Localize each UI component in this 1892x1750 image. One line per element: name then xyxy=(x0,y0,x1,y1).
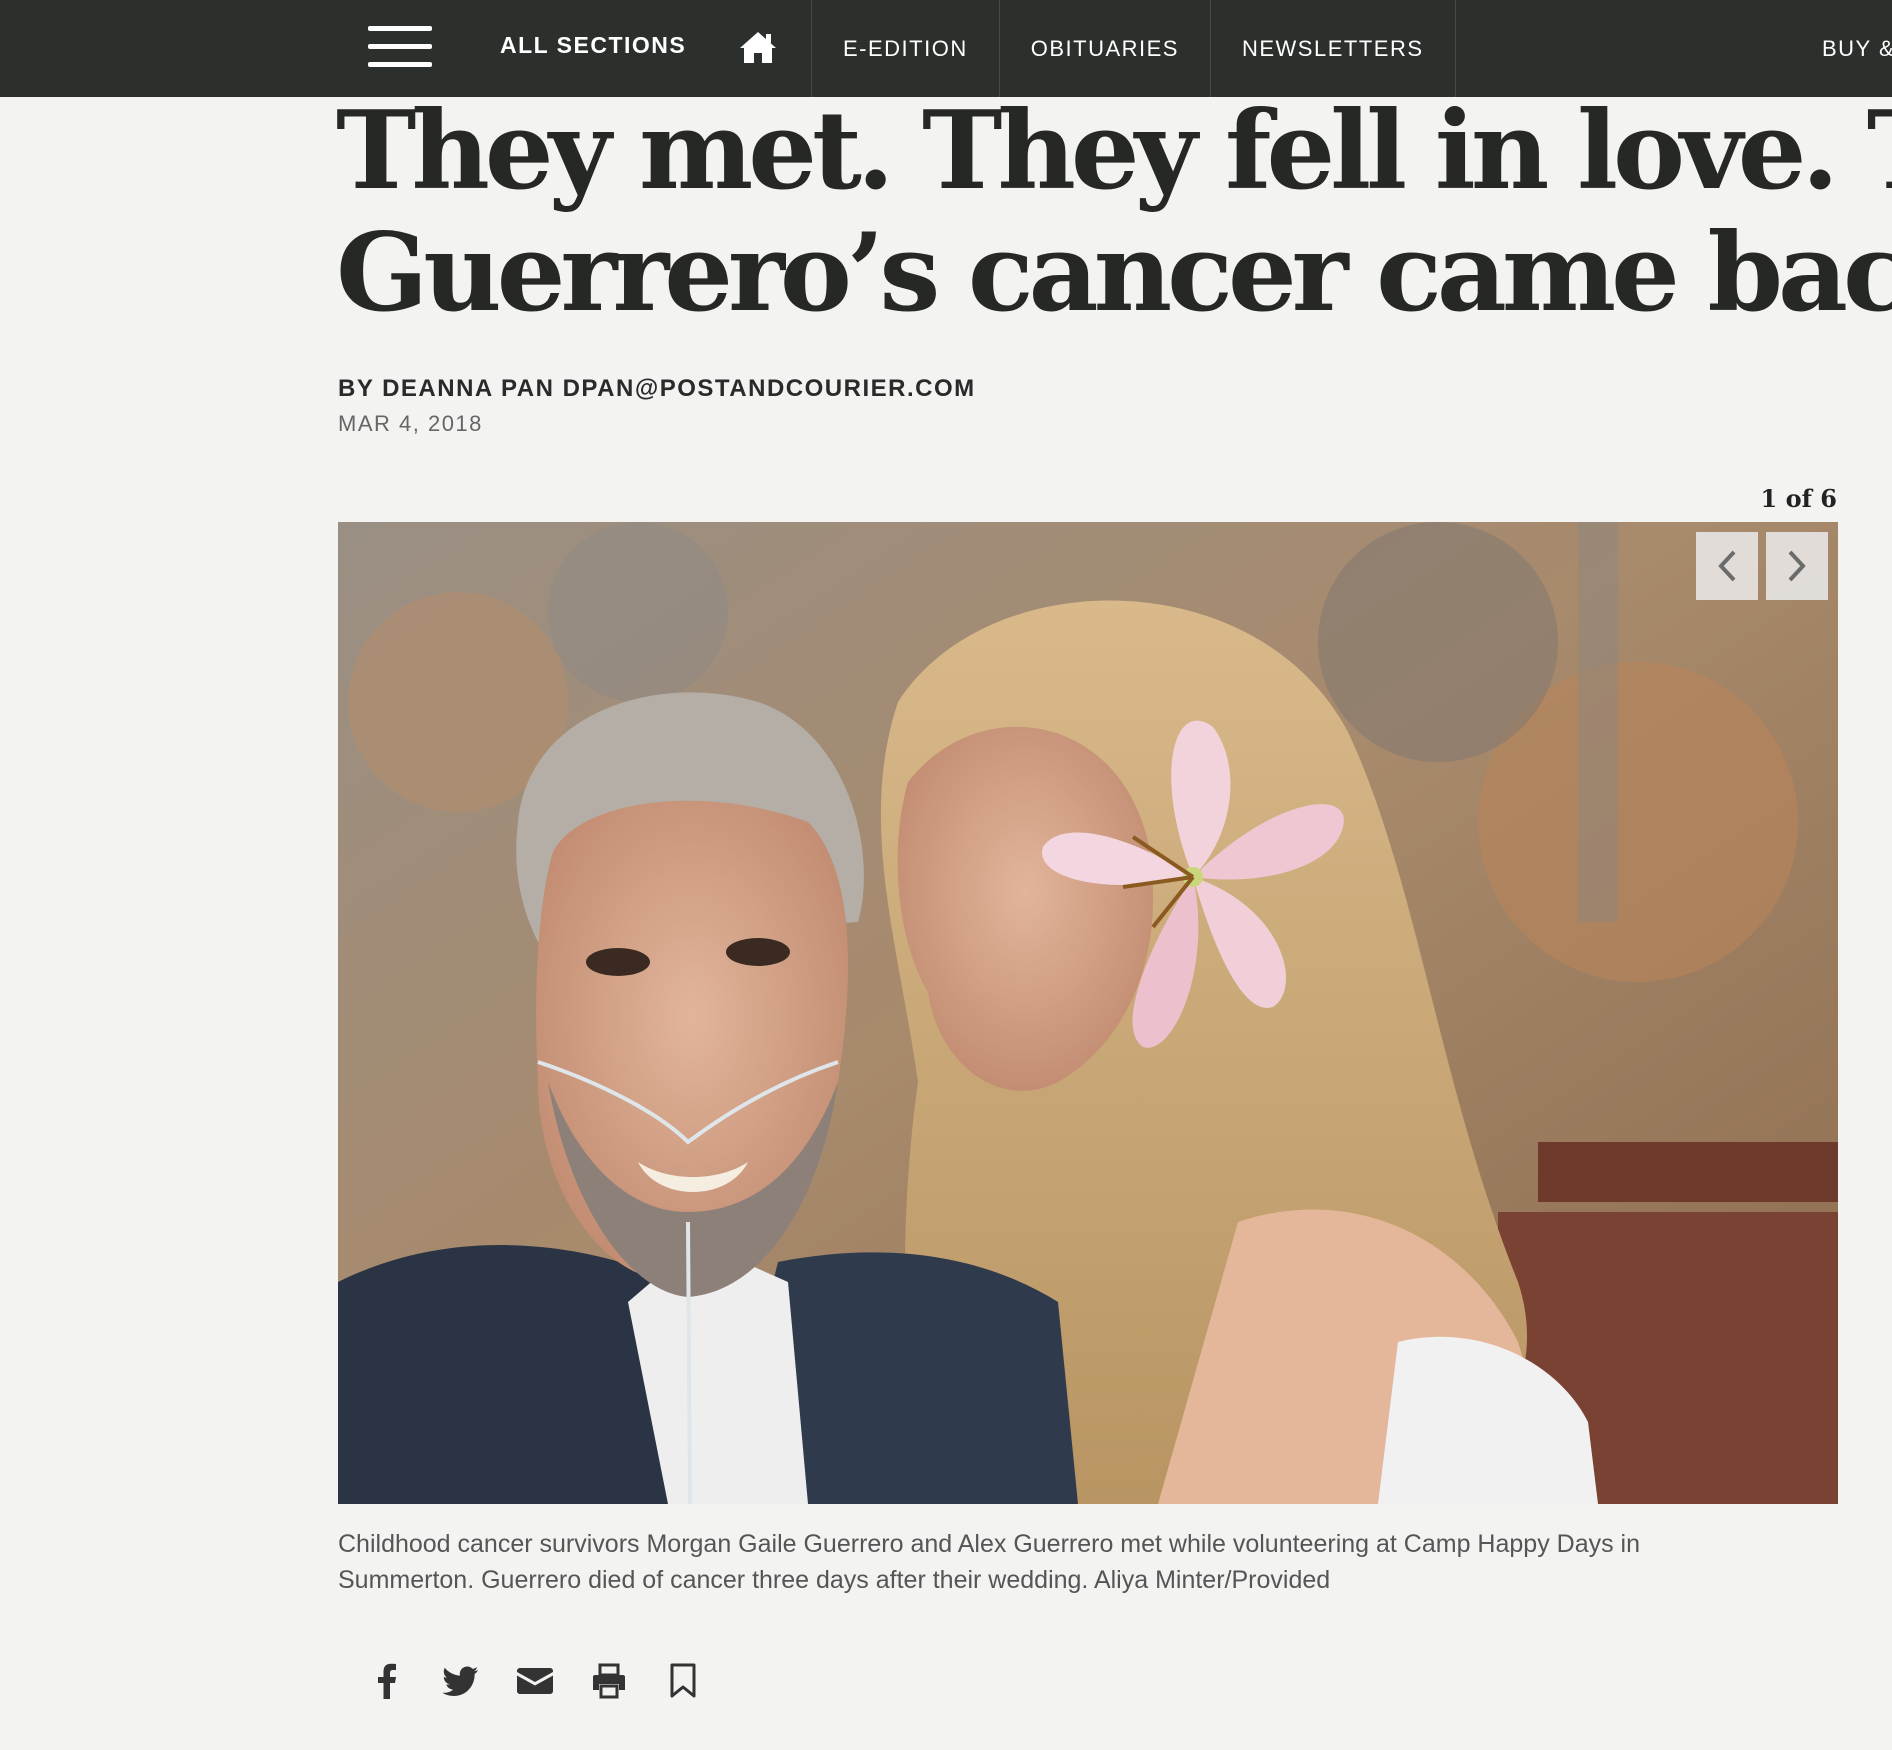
nav-link-buy[interactable]: BUY & xyxy=(1822,0,1892,97)
headline-line-1: They met. They fell in love. Then Alex xyxy=(336,90,1892,214)
nav-link-newsletters[interactable]: NEWSLETTERS xyxy=(1211,0,1456,97)
author-email-link[interactable]: DPAN@POSTANDCOURIER.COM xyxy=(563,375,976,402)
all-sections-link[interactable]: ALL SECTIONS xyxy=(500,32,686,59)
bookmark-icon xyxy=(670,1663,696,1698)
byline: BY DEANNA PAN DPAN@POSTANDCOURIER.COM xyxy=(338,375,976,403)
email-icon xyxy=(517,1668,553,1694)
author-link[interactable]: DEANNA PAN xyxy=(382,375,554,402)
chevron-left-icon xyxy=(1718,550,1736,582)
home-icon[interactable] xyxy=(732,24,784,70)
top-navigation-bar: ALL SECTIONS E-EDITION OBITUARIES NEWSLE… xyxy=(0,0,1892,97)
email-share-button[interactable] xyxy=(498,1656,572,1706)
facebook-share-button[interactable] xyxy=(350,1656,424,1706)
bookmark-button[interactable] xyxy=(646,1656,720,1706)
gallery-photo[interactable] xyxy=(338,522,1838,1504)
article-headline: They met. They fell in love. Then Alex G… xyxy=(336,90,1892,330)
print-icon xyxy=(593,1663,625,1699)
facebook-icon xyxy=(378,1663,396,1699)
publish-date: MAR 4, 2018 xyxy=(338,411,483,436)
byline-prefix: BY xyxy=(338,375,374,402)
gallery-counter: 1 of 6 xyxy=(1760,484,1837,513)
photo-caption: Childhood cancer survivors Morgan Gaile … xyxy=(338,1530,1641,1594)
print-button[interactable] xyxy=(572,1656,646,1706)
headline-line-2: Guerrero’s cancer came back xyxy=(336,210,1892,330)
photo-image xyxy=(338,522,1838,1504)
gallery-next-button[interactable] xyxy=(1766,532,1828,600)
twitter-share-button[interactable] xyxy=(424,1656,498,1706)
gallery-prev-button[interactable] xyxy=(1696,532,1758,600)
nav-link-obituaries[interactable]: OBITUARIES xyxy=(1000,0,1211,97)
nav-link-e-edition[interactable]: E-EDITION xyxy=(812,0,1000,97)
twitter-icon xyxy=(443,1666,478,1696)
menu-icon[interactable] xyxy=(368,24,432,68)
chevron-right-icon xyxy=(1788,550,1806,582)
share-bar xyxy=(350,1656,720,1706)
nav-links: E-EDITION OBITUARIES NEWSLETTERS xyxy=(811,0,1456,97)
